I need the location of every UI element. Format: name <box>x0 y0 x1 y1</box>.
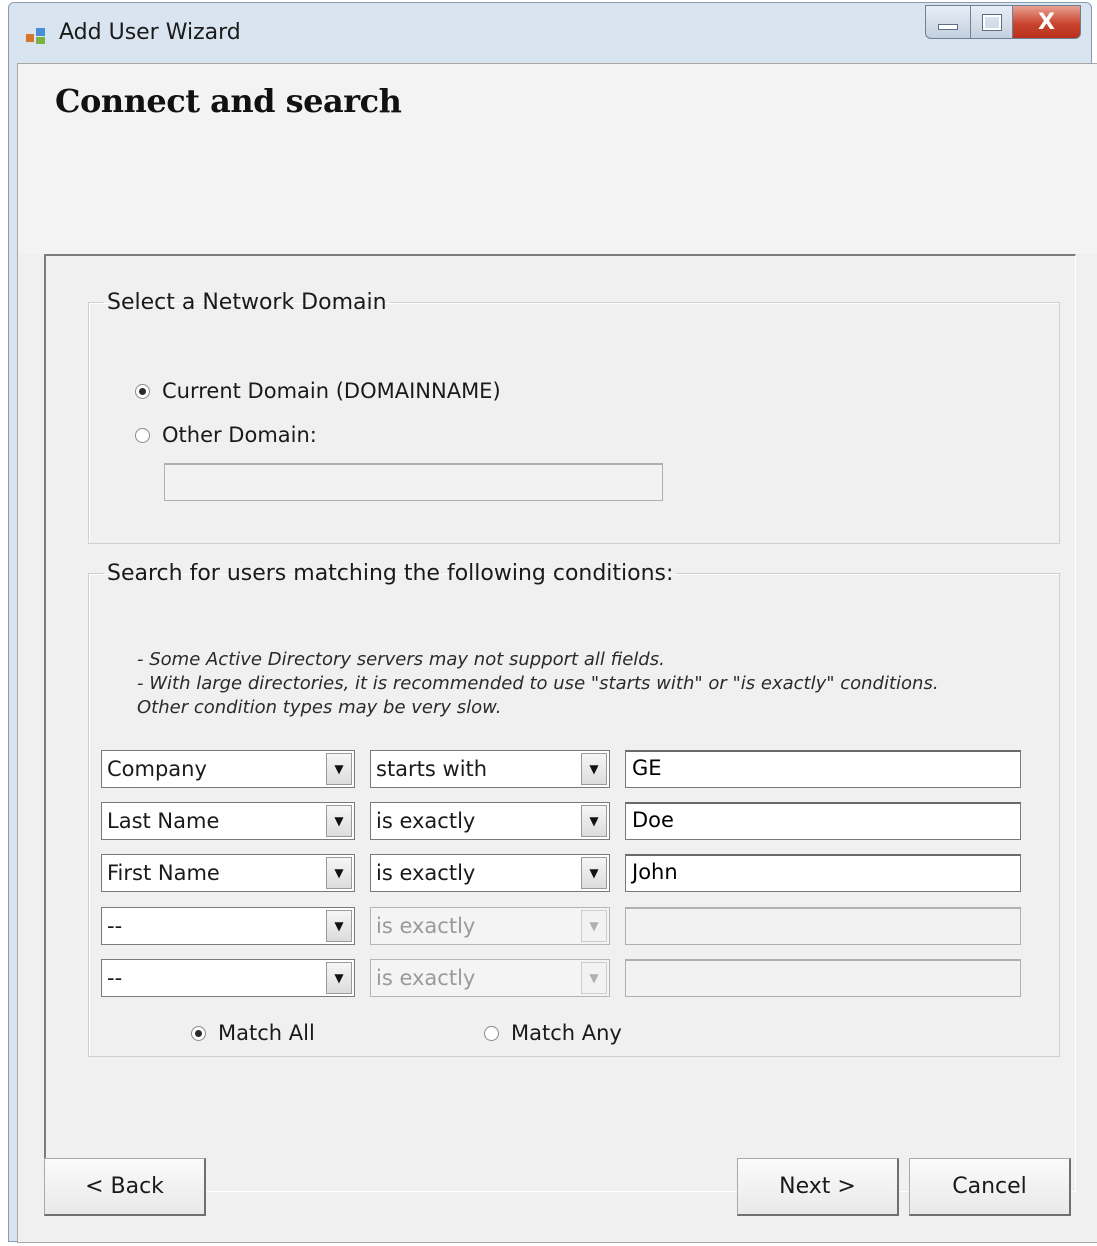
match-any-label: Match Any <box>511 1021 622 1045</box>
search-note-line: - With large directories, it is recommen… <box>137 673 939 694</box>
condition-field-select[interactable]: -- ▼ <box>101 907 355 945</box>
maximize-icon <box>981 13 1002 31</box>
condition-value-input[interactable]: Doe <box>625 802 1021 840</box>
condition-operator-select[interactable]: is exactly ▼ <box>370 959 610 997</box>
window-title: Add User Wizard <box>59 20 241 45</box>
condition-field-value: -- <box>107 914 123 938</box>
match-all-radio[interactable]: Match All <box>191 1021 315 1045</box>
dialog-client-area: Connect and search Select a Network Doma… <box>17 63 1097 1243</box>
condition-field-select[interactable]: First Name ▼ <box>101 854 355 892</box>
chevron-down-icon[interactable]: ▼ <box>326 805 352 837</box>
condition-operator-value: is exactly <box>376 861 476 885</box>
condition-value-input[interactable] <box>625 907 1021 945</box>
search-conditions-group: Search for users matching the following … <box>88 561 1060 1057</box>
condition-operator-select[interactable]: is exactly ▼ <box>370 907 610 945</box>
search-note-line: Other condition types may be very slow. <box>137 697 502 718</box>
chevron-down-icon[interactable]: ▼ <box>326 753 352 785</box>
condition-operator-value: is exactly <box>376 966 476 990</box>
current-domain-radio[interactable]: Current Domain (DOMAINNAME) <box>135 379 501 403</box>
condition-operator-value: starts with <box>376 757 488 781</box>
condition-field-select[interactable]: Company ▼ <box>101 750 355 788</box>
chevron-down-icon[interactable]: ▼ <box>581 805 607 837</box>
next-button[interactable]: Next > <box>737 1158 899 1216</box>
close-icon: X <box>1038 9 1055 35</box>
chevron-down-icon[interactable]: ▼ <box>326 962 352 994</box>
back-button[interactable]: < Back <box>44 1158 206 1216</box>
app-icon <box>26 28 45 44</box>
condition-field-value: Company <box>107 757 207 781</box>
chevron-down-icon[interactable]: ▼ <box>326 910 352 942</box>
condition-field-value: Last Name <box>107 809 220 833</box>
search-conditions-legend: Search for users matching the following … <box>107 561 674 586</box>
condition-field-select[interactable]: Last Name ▼ <box>101 802 355 840</box>
wizard-content-panel: Select a Network Domain Current Domain (… <box>44 254 1076 1192</box>
minimize-icon <box>938 24 958 30</box>
condition-operator-value: is exactly <box>376 914 476 938</box>
other-domain-label: Other Domain: <box>162 423 317 447</box>
chevron-down-icon[interactable]: ▼ <box>326 857 352 889</box>
current-domain-radio-indicator <box>135 383 150 399</box>
network-domain-group: Select a Network Domain Current Domain (… <box>88 290 1060 544</box>
condition-operator-value: is exactly <box>376 809 476 833</box>
chevron-down-icon[interactable]: ▼ <box>581 753 607 785</box>
title-bar[interactable]: Add User Wizard X <box>9 3 1091 57</box>
other-domain-radio-indicator <box>135 427 150 443</box>
other-domain-radio[interactable]: Other Domain: <box>135 423 317 447</box>
close-button[interactable]: X <box>1013 5 1081 39</box>
other-domain-input[interactable] <box>164 463 663 501</box>
window-controls: X <box>925 5 1081 39</box>
condition-value-input[interactable]: John <box>625 854 1021 892</box>
wizard-header: Connect and search <box>18 64 1097 254</box>
current-domain-label: Current Domain (DOMAINNAME) <box>162 379 501 403</box>
chevron-down-icon[interactable]: ▼ <box>581 857 607 889</box>
maximize-button[interactable] <box>971 5 1013 39</box>
cancel-button[interactable]: Cancel <box>909 1158 1071 1216</box>
condition-operator-select[interactable]: is exactly ▼ <box>370 854 610 892</box>
match-all-label: Match All <box>218 1021 315 1045</box>
condition-field-value: -- <box>107 966 123 990</box>
match-any-radio-indicator <box>484 1025 499 1041</box>
match-any-radio[interactable]: Match Any <box>484 1021 622 1045</box>
chevron-down-icon[interactable]: ▼ <box>581 910 607 942</box>
condition-value-input[interactable] <box>625 959 1021 997</box>
search-notes: - Some Active Directory servers may not … <box>137 648 1017 720</box>
condition-value-input[interactable]: GE <box>625 750 1021 788</box>
search-note-line: - Some Active Directory servers may not … <box>137 649 665 670</box>
condition-operator-select[interactable]: is exactly ▼ <box>370 802 610 840</box>
condition-operator-select[interactable]: starts with ▼ <box>370 750 610 788</box>
network-domain-legend: Select a Network Domain <box>107 290 387 315</box>
minimize-button[interactable] <box>925 5 971 39</box>
chevron-down-icon[interactable]: ▼ <box>581 962 607 994</box>
condition-field-value: First Name <box>107 861 220 885</box>
page-title: Connect and search <box>55 82 402 120</box>
condition-field-select[interactable]: -- ▼ <box>101 959 355 997</box>
wizard-window: Add User Wizard X Connect and search Sel… <box>8 2 1097 1243</box>
match-all-radio-indicator <box>191 1025 206 1041</box>
